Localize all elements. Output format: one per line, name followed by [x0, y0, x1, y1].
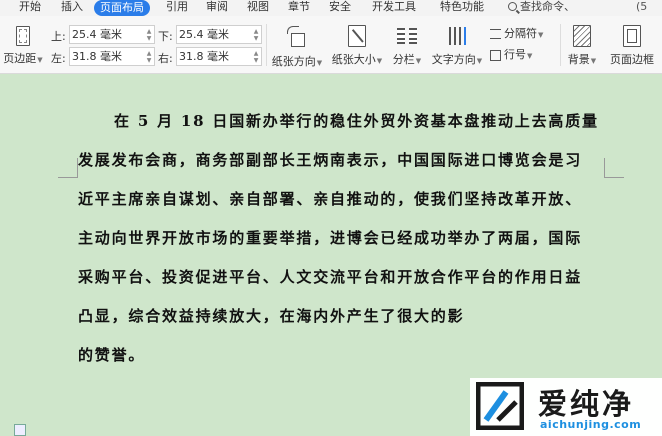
menu-bar: 开始 插入 页面布局 引用 审阅 视图 章节 安全 开发工具 特色功能 查找命令… [0, 0, 662, 27]
ribbon-separator [266, 24, 267, 66]
spinner-icon[interactable]: ▲ ▼ [253, 50, 259, 64]
tab-special-features[interactable]: 特色功能 [440, 0, 484, 16]
spinner-icon[interactable]: ▲ ▼ [253, 28, 259, 42]
background-label: 背景▼ [567, 53, 597, 66]
margin-left-input[interactable]: 31.8 毫米 ▲ ▼ [69, 47, 155, 66]
search-icon [508, 2, 517, 11]
rotate-page-icon [285, 25, 309, 49]
margin-right-label: 右: [158, 52, 173, 65]
line-numbers-icon [490, 49, 501, 61]
command-search-placeholder: 查找命令、 [520, 0, 575, 13]
paragraph-line: 采购平台、投资促进平台、人文交流平台和开放合作平台的作用日益 [78, 268, 583, 286]
page-border-label: 页面边框 [610, 53, 654, 66]
paragraph-line: 在 5 月 18 日国新办举行的稳住外贸外资基本盘推动上去高质量 [114, 112, 599, 130]
tab-references[interactable]: 引用 [166, 0, 188, 16]
doc-status-icon[interactable] [14, 424, 26, 436]
columns-icon [396, 25, 418, 47]
page-border-icon [623, 25, 641, 47]
paper-size-button[interactable]: 纸张大小▼ [328, 25, 386, 67]
margin-bottom-field: 下: 25.4 毫米 ▲ ▼ [158, 25, 268, 45]
paper-size-icon [348, 25, 366, 47]
watermark-url: aichunjing.com [540, 418, 642, 431]
tab-developer-tools[interactable]: 开发工具 [372, 0, 416, 16]
paper-size-label: 纸张大小▼ [331, 53, 383, 66]
text-direction-icon [445, 25, 469, 47]
orientation-button[interactable]: 纸张方向▼ [268, 25, 326, 69]
margins-button[interactable]: 页边距▼ [3, 26, 43, 66]
separator-icon [490, 29, 501, 39]
paragraph-line: 发展发布会商，商务部副部长王炳南表示，中国国际进口博览会是习 [78, 151, 583, 169]
margin-left-field: 左: 31.8 毫米 ▲ ▼ [51, 47, 161, 67]
margin-top-input[interactable]: 25.4 毫米 ▲ ▼ [69, 25, 155, 44]
ribbon-toolbar: 页边距▼ 上: 25.4 毫米 ▲ ▼ 左: 31.8 毫米 ▲ ▼ 下: 25.4 毫… [0, 16, 662, 74]
paragraph-line: 凸显，综合效益持续放大，在海内外产生了很大的影 [78, 307, 465, 325]
watermark-logo-icon [476, 382, 524, 430]
margin-right-field: 右: 31.8 毫米 ▲ ▼ [158, 47, 268, 67]
page-margin-icon [16, 26, 30, 46]
tab-chapter[interactable]: 章节 [288, 0, 310, 16]
text-direction-button[interactable]: 文字方向▼ [428, 25, 486, 67]
spinner-icon[interactable]: ▲ ▼ [146, 28, 152, 42]
page-corner-mark-left [58, 158, 78, 178]
line-numbers-button[interactable]: 行号▼ [490, 46, 556, 62]
columns-button[interactable]: 分栏▼ [389, 25, 425, 67]
separator-label: 分隔符 [504, 27, 537, 40]
margin-right-input[interactable]: 31.8 毫米 ▲ ▼ [176, 47, 262, 66]
separator-button[interactable]: 分隔符▼ [490, 25, 556, 41]
page-border-button[interactable]: 页面边框 [604, 25, 660, 67]
tab-view[interactable]: 视图 [247, 0, 269, 16]
columns-label: 分栏▼ [392, 53, 422, 66]
paragraph-line: 近平主席亲自谋划、亲自部署、亲自推动的，使我们坚持改革开放、 [78, 190, 583, 208]
text-direction-label: 文字方向▼ [431, 53, 483, 66]
tab-page-layout[interactable]: 页面布局 [94, 0, 150, 16]
command-search[interactable]: 查找命令、 [508, 0, 575, 16]
spinner-icon[interactable]: ▲ ▼ [146, 50, 152, 64]
tab-security[interactable]: 安全 [329, 0, 351, 16]
tab-home[interactable]: 开始 [19, 0, 41, 16]
watermark-banner: 爱纯净 aichunjing.com [470, 378, 662, 436]
margin-bottom-label: 下: [158, 30, 173, 43]
margins-label: 页边距▼ [3, 52, 43, 65]
tab-review[interactable]: 审阅 [206, 0, 228, 16]
background-button[interactable]: 背景▼ [564, 25, 600, 67]
margin-top-label: 上: [51, 30, 66, 43]
margin-left-label: 左: [51, 52, 66, 65]
tab-insert[interactable]: 插入 [61, 0, 83, 16]
margin-top-field: 上: 25.4 毫米 ▲ ▼ [51, 25, 161, 45]
ribbon-separator [560, 24, 561, 66]
paragraph-line: 的赞誉。 [78, 346, 146, 364]
document-body[interactable]: 在 5 月 18 日国新办举行的稳住外贸外资基本盘推动上去高质量 发展发布会商，… [78, 102, 608, 375]
paragraph-line: 主动向世界开放市场的重要举措，进博会已经成功举办了两届，国际 [78, 229, 583, 247]
margin-bottom-input[interactable]: 25.4 毫米 ▲ ▼ [176, 25, 262, 44]
background-icon [573, 25, 591, 47]
watermark-name: 爱纯净 [538, 387, 635, 421]
line-numbers-label: 行号 [504, 48, 526, 61]
orientation-label: 纸张方向▼ [271, 55, 323, 68]
